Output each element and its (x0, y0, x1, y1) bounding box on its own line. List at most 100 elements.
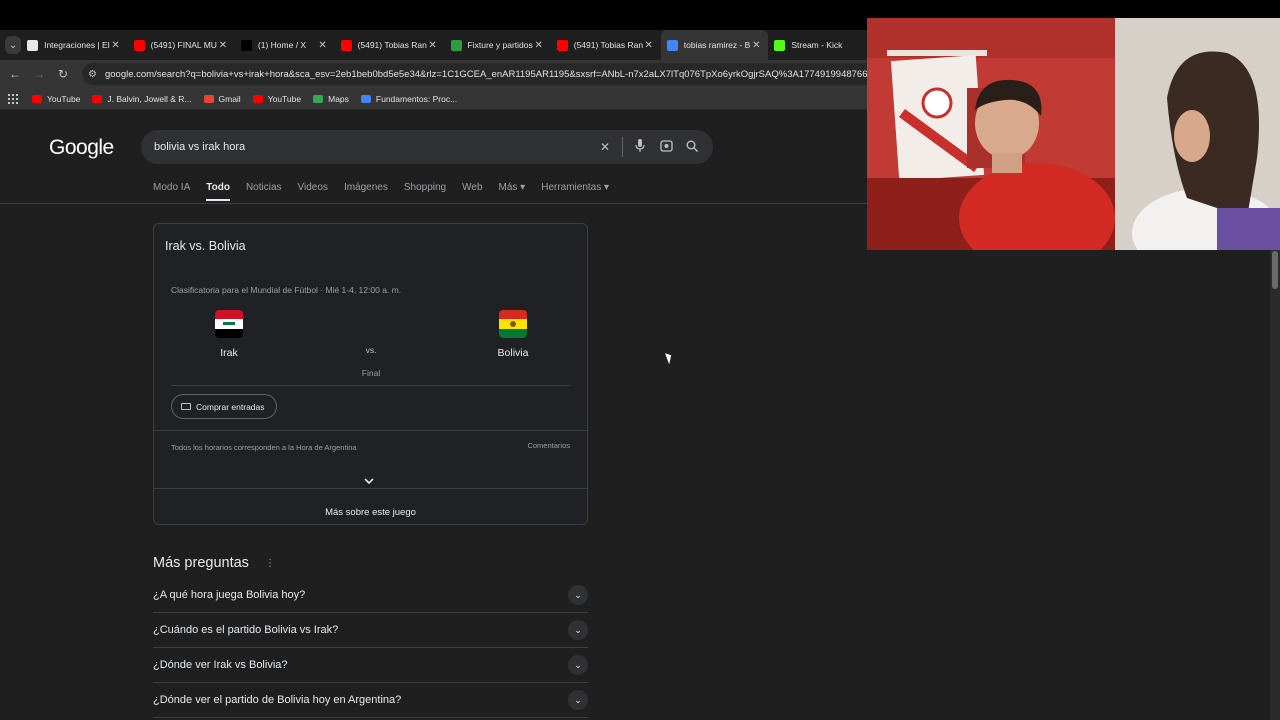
question-item[interactable]: ¿Dónde ver el partido de Bolivia hoy en … (153, 683, 588, 718)
tab-imagenes[interactable]: Imágenes (344, 182, 388, 201)
tab-close-icon[interactable]: ✕ (643, 40, 655, 51)
match-subtitle: Clasificatoria para el Mundial de Fútbol… (171, 285, 402, 295)
chevron-down-icon[interactable]: ⌄ (568, 655, 588, 675)
chevron-down-icon[interactable]: ⌄ (568, 620, 588, 640)
tab-modo-ia[interactable]: Modo IA (153, 182, 190, 201)
browser-tab[interactable]: (5491) Tobias Ran ✕ (551, 30, 661, 60)
team-away[interactable]: Bolivia (483, 310, 543, 359)
more-questions-title: Más preguntas (153, 555, 249, 571)
match-title[interactable]: Irak vs. Bolivia (165, 239, 246, 253)
tab-title: tobias ramirez - B (683, 40, 751, 50)
tab-favicon-icon (666, 39, 678, 51)
maps-icon (313, 94, 324, 103)
bookmark-label: Fundamentos: Proc... (375, 93, 458, 104)
tab-title: (5491) FINAL MU (150, 40, 217, 50)
more-options-icon[interactable]: ⋮ (265, 558, 275, 569)
address-toolbar: ← → ↻ ⚙ google.com/search?q=bolivia+vs+i… (0, 60, 882, 88)
browser-tab[interactable]: Fixture y partidos ✕ (445, 30, 551, 60)
tab-herramientas[interactable]: Herramientas ▾ (541, 182, 609, 201)
tab-close-icon[interactable]: ✕ (217, 40, 229, 51)
drive-icon (360, 94, 371, 103)
bookmark-label: J. Balvin, Jowell & R... (107, 93, 192, 104)
gmail-icon (203, 94, 214, 103)
team-home[interactable]: Irak (199, 310, 259, 359)
expand-chevron-icon[interactable] (364, 477, 374, 487)
tab-videos[interactable]: Videos (298, 182, 328, 201)
header-divider (0, 203, 868, 204)
buy-tickets-label: Comprar entradas (196, 401, 265, 412)
browser-tab[interactable]: (5491) FINAL MU ✕ (128, 30, 235, 60)
tab-close-icon[interactable]: ✕ (317, 40, 329, 51)
comments-link[interactable]: Comentarios (527, 441, 570, 450)
tab-close-icon[interactable]: ✕ (427, 40, 439, 51)
question-text: ¿Dónde ver el partido de Bolivia hoy en … (153, 694, 402, 706)
youtube-icon (92, 94, 103, 103)
search-input[interactable]: bolivia vs irak hora (154, 141, 592, 153)
bookmark-item[interactable]: YouTube (32, 94, 80, 104)
forward-arrow-icon[interactable]: → (27, 67, 51, 81)
tab-mas[interactable]: Más ▾ (499, 182, 526, 201)
match-card: Irak vs. Bolivia Clasificatoria para el … (153, 223, 588, 525)
tab-title: (1) Home / X (257, 40, 307, 50)
question-item[interactable]: ¿Cuándo es el partido Bolivia vs Irak? ⌄ (153, 613, 588, 648)
tab-noticias[interactable]: Noticias (246, 182, 282, 201)
tab-title: Integraciones | El (44, 40, 110, 50)
browser-tab[interactable]: Integraciones | El ✕ (21, 30, 128, 60)
tab-favicon-icon (133, 39, 145, 51)
match-status: Final (361, 368, 381, 378)
url-bar[interactable]: ⚙ google.com/search?q=bolivia+vs+irak+ho… (82, 63, 882, 85)
card-divider (171, 385, 570, 386)
tab-close-icon[interactable]: ✕ (110, 40, 122, 51)
card-divider (154, 488, 587, 489)
tab-favicon-icon (340, 39, 352, 51)
vs-label: vs. (365, 345, 377, 355)
bookmark-label: Gmail (218, 93, 241, 104)
bookmark-item[interactable]: Maps (313, 94, 349, 104)
chevron-down-icon[interactable]: ⌄ (568, 585, 588, 605)
bookmark-label: Maps (328, 93, 349, 104)
search-separator (622, 137, 623, 157)
browser-tab[interactable]: (5491) Tobias Ran ✕ (335, 30, 445, 60)
scrollbar-thumb[interactable] (1272, 251, 1278, 289)
tab-title: Stream - Kick (791, 40, 843, 50)
camera-lens-icon[interactable] (653, 139, 679, 155)
apps-grid-icon[interactable] (8, 93, 18, 104)
reload-icon[interactable]: ↻ (51, 67, 75, 81)
tab-shopping[interactable]: Shopping (404, 182, 446, 201)
google-logo[interactable]: Google (49, 136, 114, 160)
chevron-down-icon[interactable]: ⌄ (568, 690, 588, 710)
tab-title: (5491) Tobias Ran (573, 40, 643, 50)
tab-title: (5491) Tobias Ran (357, 40, 427, 50)
site-info-icon[interactable]: ⚙ (88, 69, 97, 80)
browser-tab-strip: ⌄ Integraciones | El ✕ (5491) FINAL MU ✕… (0, 30, 868, 60)
browser-tab[interactable]: Stream - Kick (768, 30, 868, 60)
back-arrow-icon[interactable]: ← (3, 67, 27, 81)
bookmark-label: YouTube (267, 93, 302, 104)
bookmark-item[interactable]: Fundamentos: Proc... (360, 93, 458, 104)
more-about-game-link[interactable]: Más sobre este juego (154, 507, 587, 518)
tab-favicon-icon (240, 39, 252, 51)
clear-icon[interactable]: ✕ (592, 140, 618, 154)
browser-tab-active[interactable]: tobias ramirez - B ✕ (660, 30, 769, 60)
bookmark-item[interactable]: YouTube (252, 93, 302, 104)
buy-tickets-button[interactable]: Comprar entradas (171, 394, 277, 419)
tab-web[interactable]: Web (462, 182, 482, 201)
bookmark-item[interactable]: Gmail (203, 93, 241, 104)
question-item[interactable]: ¿A qué hora juega Bolivia hoy? ⌄ (153, 578, 588, 613)
timezone-note: Todos los horarios corresponden a la Hor… (171, 443, 357, 452)
tab-search-chevron-icon[interactable]: ⌄ (5, 36, 22, 54)
microphone-icon[interactable] (627, 139, 653, 155)
tab-favicon-icon (774, 39, 786, 51)
bookmark-item[interactable]: J. Balvin, Jowell & R... (92, 93, 192, 104)
team-home-name: Irak (220, 347, 238, 359)
question-item[interactable]: ¿Dónde ver Irak vs Bolivia? ⌄ (153, 648, 588, 683)
browser-tab[interactable]: (1) Home / X ✕ (235, 30, 335, 60)
tab-todo[interactable]: Todo (206, 182, 230, 201)
iraq-flag-icon (215, 310, 243, 338)
tab-close-icon[interactable]: ✕ (533, 40, 545, 51)
mouse-cursor-icon (665, 351, 674, 365)
search-icon[interactable] (679, 140, 705, 155)
url-text: google.com/search?q=bolivia+vs+irak+hora… (104, 68, 882, 80)
search-box[interactable]: bolivia vs irak hora ✕ (141, 130, 713, 164)
tab-close-icon[interactable]: ✕ (750, 40, 762, 51)
